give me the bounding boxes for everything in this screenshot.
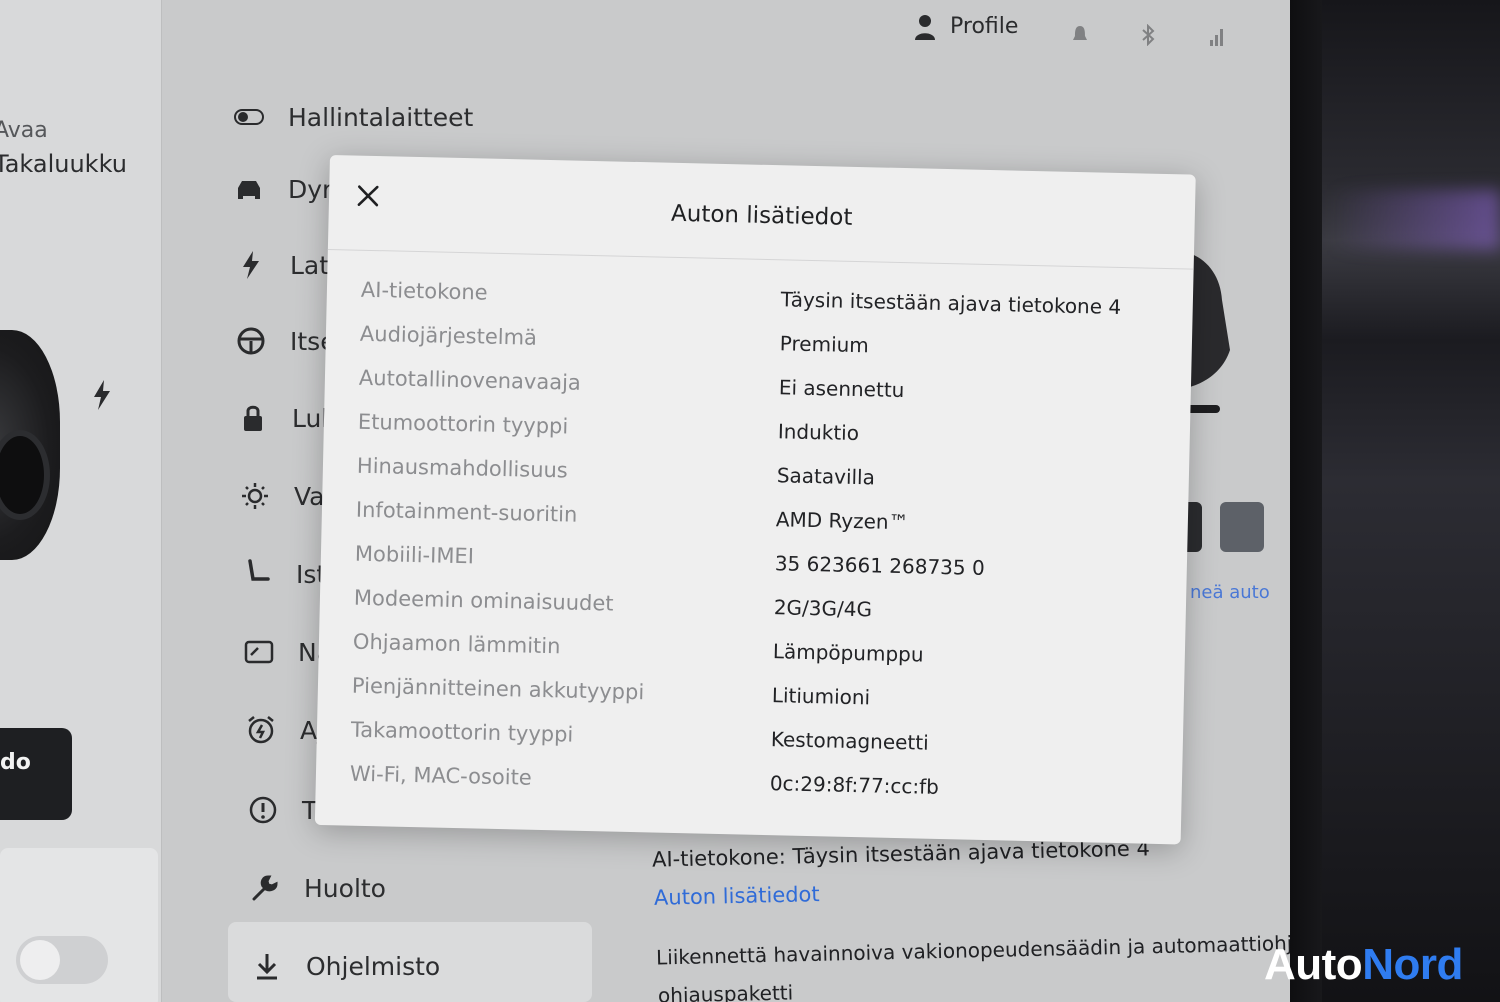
autopilot-package-text: ohjauspaketti <box>657 980 794 1002</box>
menu-item-lataus[interactable]: Lat <box>234 243 329 287</box>
menu-item-label: Ohjelmisto <box>306 951 441 981</box>
partial-link[interactable]: neä auto <box>1190 582 1270 603</box>
row-label: Pienjännitteinen akkutyyppi <box>351 673 645 705</box>
row-value: AMD Ryzen™ <box>775 507 909 535</box>
ambient-light <box>1330 190 1500 250</box>
menu-item-label: Hallintalaitteet <box>288 102 474 132</box>
row-label: Autotallinovenavaaja <box>358 365 582 395</box>
watermark-part1: Auto <box>1264 940 1363 989</box>
bell-icon[interactable] <box>1072 24 1088 46</box>
modal-title: Auton lisätiedot <box>670 200 853 231</box>
row-value: Induktio <box>777 419 860 446</box>
left-car-panel: Avaa Takaluukku do <box>0 0 162 1002</box>
row-label: Mobiili-IMEI <box>354 541 475 569</box>
row-label: Audiojärjestelmä <box>359 321 538 350</box>
row-label: Infotainment-suoritin <box>355 497 578 527</box>
modal-header: Auton lisätiedot <box>327 155 1196 270</box>
quick-action-button[interactable]: do <box>0 728 72 820</box>
watermark-part2: Nord <box>1362 940 1463 989</box>
toggle-knob <box>20 940 60 980</box>
download-icon <box>250 949 284 983</box>
row-label: Hinausmahdollisuus <box>356 453 569 483</box>
autopilot-feature-text: Liikennettä havainnoiva vakionopeudensää… <box>655 930 1290 970</box>
row-value: Litiumioni <box>771 683 871 710</box>
vehicle-details-link[interactable]: Auton lisätiedot <box>654 882 820 910</box>
row-value: Täysin itsestään ajava tietokone 4 <box>780 287 1122 319</box>
menu-item-lukot[interactable]: Luk <box>236 396 336 440</box>
row-value: Ei asennettu <box>778 375 905 403</box>
car-icon <box>232 172 266 206</box>
row-label: Etumoottorin tyyppi <box>357 409 569 439</box>
seat-icon <box>240 557 274 591</box>
menu-item-label: Huolto <box>304 873 386 903</box>
row-value: Premium <box>779 331 870 358</box>
status-bar: Profile <box>900 10 1280 50</box>
trunk-button[interactable]: Takaluukku <box>0 150 127 178</box>
vehicle-details-modal: Auton lisätiedot AI-tietokone Täysin its… <box>314 155 1196 845</box>
bluetooth-icon[interactable] <box>1140 24 1156 46</box>
charge-port-icon[interactable] <box>92 380 112 410</box>
bolt-icon <box>234 248 268 282</box>
profile-button[interactable]: Profile <box>950 14 1018 39</box>
menu-item-huolto[interactable]: Huolto <box>248 866 386 910</box>
watermark-logo: AutoNord <box>1264 940 1463 990</box>
view-tile[interactable] <box>1220 502 1264 552</box>
wrench-icon <box>248 871 282 905</box>
row-value: 2G/3G/4G <box>773 595 873 622</box>
row-value: Kestomagneetti <box>770 727 929 755</box>
touchscreen: Avaa Takaluukku do Profile Hallintalaitt… <box>0 0 1290 1002</box>
open-label: Avaa <box>0 118 48 143</box>
lock-icon <box>236 401 270 435</box>
menu-item-valot[interactable]: Val <box>238 474 331 518</box>
menu-item-ohjelmisto[interactable]: Ohjelmisto <box>250 944 440 988</box>
row-label: AI-tietokone <box>360 277 488 305</box>
row-value: Lämpöpumppu <box>772 639 924 667</box>
quick-action-label: do <box>0 750 31 775</box>
left-toggle[interactable] <box>16 936 108 984</box>
display-icon <box>242 635 276 669</box>
menu-item-label: Dyr <box>288 174 333 204</box>
profile-icon[interactable] <box>914 14 936 40</box>
menu-item-label: Lat <box>290 250 330 280</box>
row-value: Saatavilla <box>776 463 876 490</box>
row-label: Ohjaamon lämmitin <box>352 629 561 659</box>
signal-icon <box>1210 29 1223 46</box>
warning-icon <box>246 793 280 827</box>
vehicle-info-table: AI-tietokone Täysin itsestään ajava tiet… <box>349 268 1161 814</box>
menu-item-dynamiikka[interactable]: Dyr <box>232 167 332 211</box>
alarm-icon <box>244 713 278 747</box>
light-icon <box>238 479 272 513</box>
row-label: Wi-Fi, MAC-osoite <box>349 761 533 790</box>
menu-item-itseohjautuvuus[interactable]: Itse <box>234 319 336 363</box>
row-value: 35 623661 268735 0 <box>774 551 986 580</box>
menu-item-hallintalaitteet[interactable]: Hallintalaitteet <box>232 95 473 139</box>
row-value: 0c:29:8f:77:cc:fb <box>769 771 940 799</box>
row-label: Takamoottorin tyyppi <box>350 717 574 747</box>
toggle-icon <box>232 100 266 134</box>
steering-wheel-icon <box>234 324 268 358</box>
row-label: Modeemin ominaisuudet <box>353 585 614 616</box>
